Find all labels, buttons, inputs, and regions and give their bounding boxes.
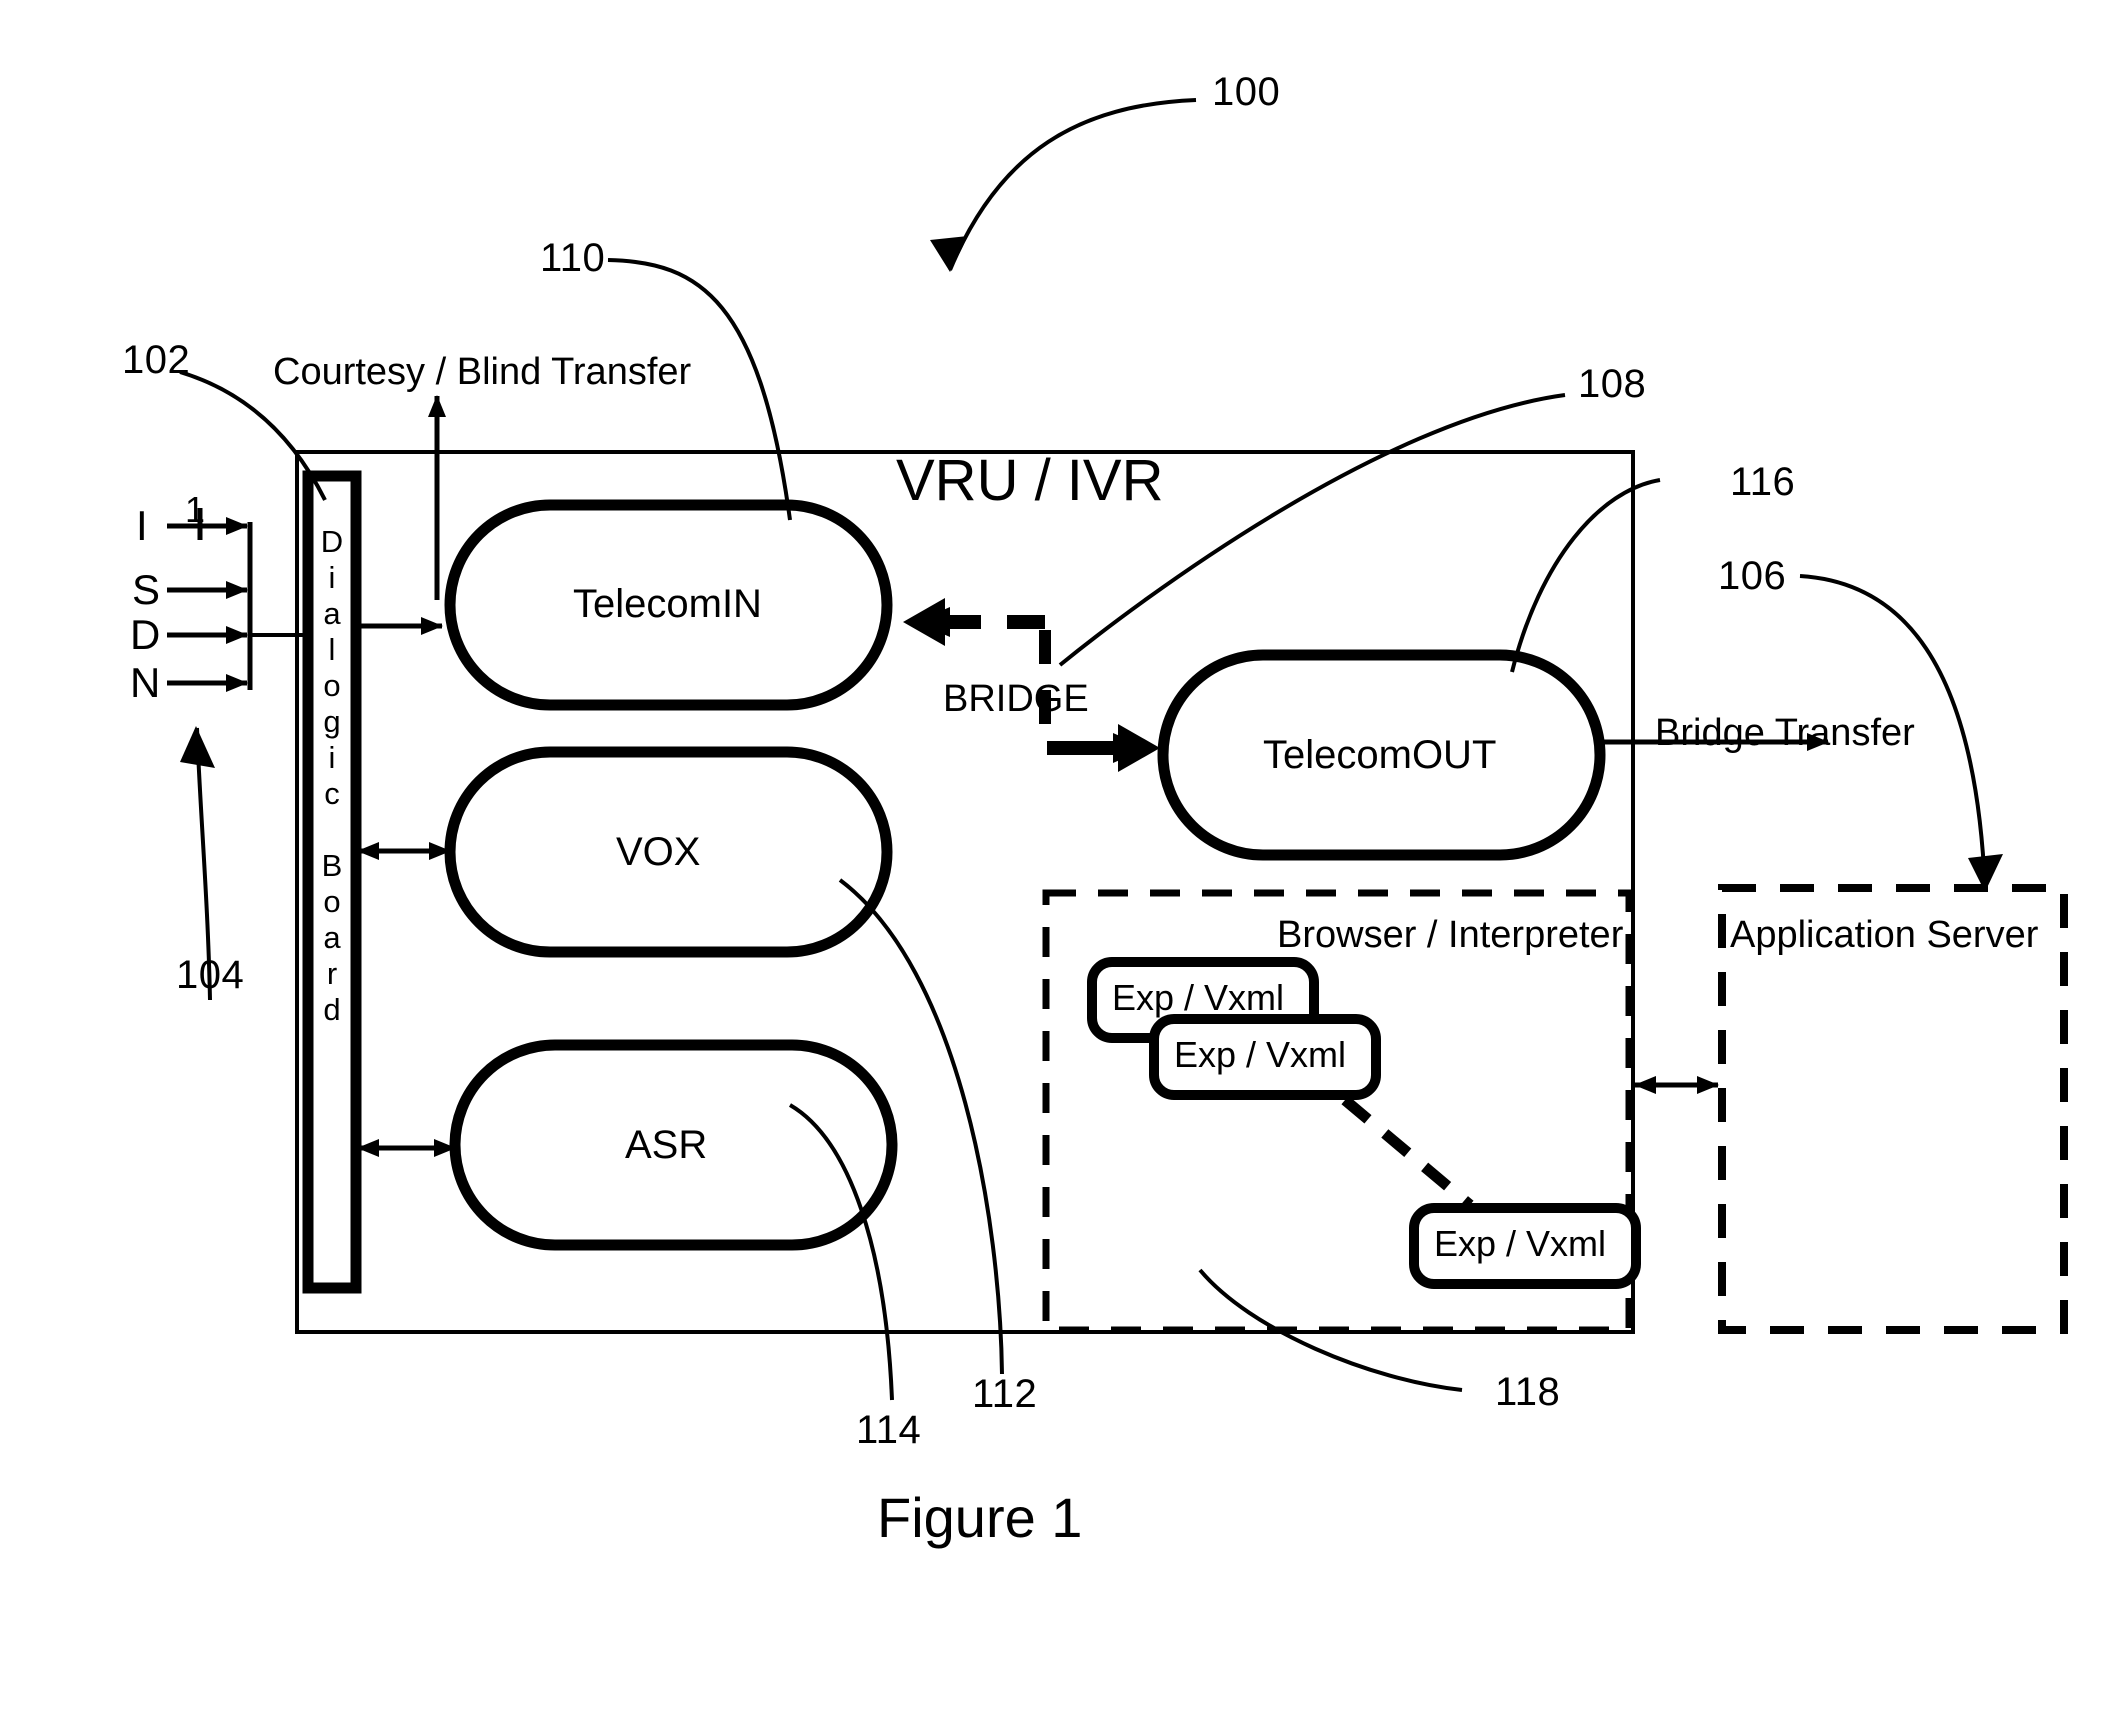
courtesy-blind-transfer-label: Courtesy / Blind Transfer — [273, 351, 692, 393]
exp-vxml-label-3: Exp / Vxml — [1434, 1223, 1607, 1264]
ref-112: 112 — [972, 1372, 1038, 1416]
dialogic-char-9: B — [321, 848, 343, 883]
isdn-letter-i: I — [136, 502, 148, 549]
dialogic-char-2: a — [323, 596, 341, 631]
isdn-input-arrows — [167, 508, 312, 692]
figure-canvas: 100 110 102 108 116 106 104 112 114 118 … — [0, 0, 2121, 1720]
vox-label: VOX — [616, 830, 701, 874]
leader-112 — [838, 878, 1004, 1375]
arrow-bridge-to-telecomin — [903, 598, 1045, 646]
asr-label: ASR — [625, 1123, 708, 1167]
dialogic-char-10: o — [323, 884, 341, 919]
application-server-label: Application Server — [1730, 914, 2039, 956]
ref-102: 102 — [122, 338, 191, 382]
dialogic-char-7: c — [324, 776, 340, 811]
ref-114: 114 — [856, 1408, 922, 1452]
leader-114 — [788, 1103, 894, 1401]
dialogic-char-12: r — [326, 956, 338, 991]
dialogic-char-8 — [312, 812, 352, 848]
dialogic-char-13: d — [323, 992, 341, 1027]
dialogic-char-4: o — [323, 668, 341, 703]
dialogic-char-6: i — [328, 740, 336, 775]
bridge-transfer-label: Bridge Transfer — [1655, 712, 1915, 754]
vru-ivr-title: VRU / IVR — [896, 448, 1164, 513]
browser-interpreter-label: Browser / Interpreter — [1277, 914, 1624, 956]
leader-100 — [930, 98, 1197, 272]
isdn-letter-d: D — [130, 611, 161, 658]
ref-104: 104 — [176, 953, 245, 997]
leader-108 — [1058, 393, 1566, 667]
isdn-letter-n: N — [130, 659, 161, 706]
ref-110: 110 — [540, 236, 606, 280]
ref-106: 106 — [1718, 554, 1787, 598]
dialogic-char-3: l — [328, 632, 336, 667]
bridge-label: BRIDGE — [943, 678, 1089, 720]
telecomin-label: TelecomIN — [573, 582, 762, 626]
exp-vxml-link — [1341, 1095, 1474, 1210]
dialogic-char-0: D — [320, 524, 344, 559]
dialogic-char-1: i — [328, 560, 336, 595]
telecomout-label: TelecomOUT — [1263, 733, 1497, 777]
arrow-bridge-to-telecomout — [1047, 724, 1160, 772]
isdn-letter-s: S — [132, 566, 161, 613]
dialogic-board-label: D i a l o g i c B o a r d — [312, 524, 352, 1028]
figure-caption: Figure 1 — [877, 1486, 1083, 1549]
isdn-channel-marker: 1 — [185, 489, 206, 530]
ref-116: 116 — [1730, 460, 1796, 504]
leader-116 — [1510, 478, 1661, 673]
dialogic-char-5: g — [323, 704, 341, 739]
ref-118: 118 — [1495, 1370, 1561, 1414]
ref-108: 108 — [1578, 362, 1647, 406]
ref-100: 100 — [1212, 70, 1281, 114]
exp-vxml-label-1: Exp / Vxml — [1112, 977, 1285, 1018]
dialogic-char-11: a — [323, 920, 341, 955]
exp-vxml-label-2: Exp / Vxml — [1174, 1034, 1347, 1075]
